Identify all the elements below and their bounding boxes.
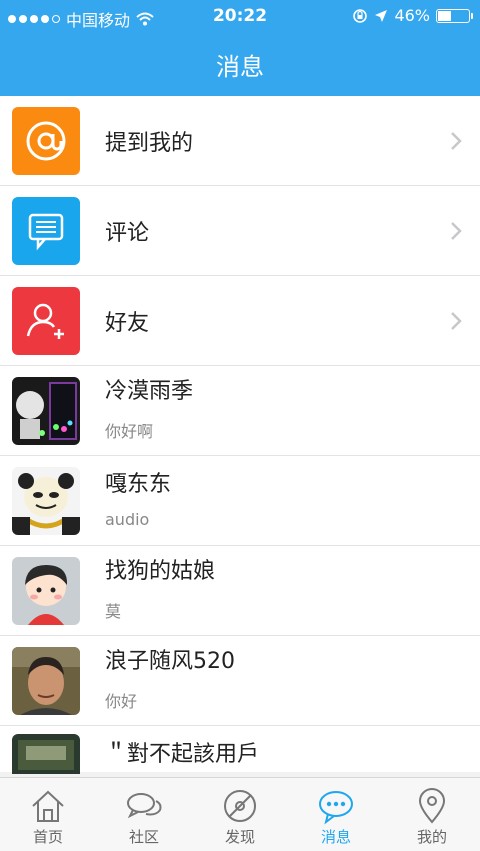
conversation-item[interactable]: 浪子随风520 你好 xyxy=(0,636,480,726)
community-icon xyxy=(127,793,162,819)
avatar xyxy=(12,556,80,625)
battery-icon xyxy=(436,8,473,23)
message-list[interactable]: 提到我的 评论 好友 冷漠雨季 你好啊 嘎东东 audio 找狗的姑娘 莫 浪子… xyxy=(0,96,480,777)
conversation-name: 找狗的姑娘 xyxy=(105,559,216,585)
chevron-right-icon xyxy=(451,132,462,150)
tab-bar: 首页 社区 发现 消息 我的 xyxy=(0,777,480,851)
message-icon xyxy=(319,791,353,825)
tab-messages[interactable]: 消息 xyxy=(288,778,384,851)
discover-icon xyxy=(224,790,256,822)
conversation-name: ＂對不起該用戶 xyxy=(105,742,260,767)
tab-label: 社区 xyxy=(128,828,159,846)
tab-home[interactable]: 首页 xyxy=(0,778,96,851)
conversation-name: 浪子随风520 xyxy=(105,649,235,675)
home-icon xyxy=(32,790,64,822)
comment-icon xyxy=(28,213,64,250)
menu-item-mentions[interactable]: 提到我的 xyxy=(0,96,480,186)
menu-label: 提到我的 xyxy=(105,130,194,156)
avatar xyxy=(12,734,80,774)
chevron-right-icon xyxy=(451,222,462,240)
conversation-item[interactable]: ＂對不起該用戶 xyxy=(0,726,480,774)
friends-tile xyxy=(12,286,80,355)
conversation-preview: audio xyxy=(105,510,150,530)
conversation-preview: 莫 xyxy=(105,601,122,621)
status-bar: 中国移动 20:22 46% xyxy=(0,0,480,32)
tab-profile[interactable]: 我的 xyxy=(384,778,480,851)
location-arrow-icon xyxy=(375,9,388,22)
add-friend-icon xyxy=(26,303,64,339)
orientation-lock-icon xyxy=(353,8,368,23)
conversation-preview: 你好 xyxy=(105,691,138,711)
avatar xyxy=(12,376,80,445)
menu-item-friends[interactable]: 好友 xyxy=(0,276,480,366)
tab-label: 我的 xyxy=(416,828,447,846)
at-icon xyxy=(26,121,66,160)
mentions-tile xyxy=(12,106,80,175)
tab-discover[interactable]: 发现 xyxy=(192,778,288,851)
conversation-item[interactable]: 冷漠雨季 你好啊 xyxy=(0,366,480,456)
conversation-preview: 你好啊 xyxy=(105,421,154,441)
avatar xyxy=(12,646,80,715)
chevron-right-icon xyxy=(451,312,462,330)
tab-community[interactable]: 社区 xyxy=(96,778,192,851)
conversation-item[interactable]: 嘎东东 audio xyxy=(0,456,480,546)
page-title: 消息 xyxy=(216,52,264,81)
comments-tile xyxy=(12,196,80,265)
avatar xyxy=(12,466,80,535)
status-right: 46% xyxy=(352,6,473,25)
menu-label: 评论 xyxy=(105,220,150,246)
menu-item-comments[interactable]: 评论 xyxy=(0,186,480,276)
tab-label: 发现 xyxy=(224,828,255,846)
battery-percent: 46% xyxy=(394,6,430,25)
nav-bar: 消息 xyxy=(0,32,480,96)
conversation-item[interactable]: 找狗的姑娘 莫 xyxy=(0,546,480,636)
profile-icon xyxy=(418,788,446,824)
conversation-name: 嘎东东 xyxy=(105,471,172,497)
tab-label: 首页 xyxy=(32,828,63,846)
tab-label: 消息 xyxy=(320,828,351,846)
menu-label: 好友 xyxy=(105,310,150,336)
conversation-name: 冷漠雨季 xyxy=(105,379,194,405)
